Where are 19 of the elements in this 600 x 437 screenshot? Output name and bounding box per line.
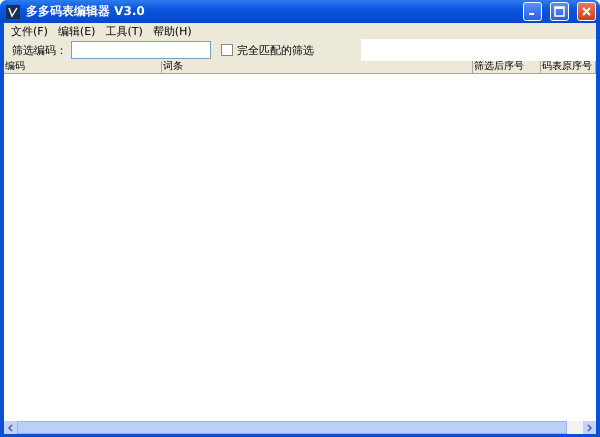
close-icon bbox=[581, 6, 592, 17]
maximize-button[interactable] bbox=[550, 2, 569, 21]
maximize-icon bbox=[554, 6, 565, 17]
exact-match-checkbox[interactable] bbox=[221, 44, 233, 56]
filter-label: 筛选编码： bbox=[12, 42, 67, 58]
filter-input-field[interactable] bbox=[71, 41, 211, 59]
menu-item[interactable]: 编辑(E) bbox=[52, 24, 100, 38]
scroll-left-button[interactable] bbox=[4, 421, 17, 434]
column-header[interactable]: 编码 bbox=[4, 61, 162, 73]
window-title: 多多码表编辑器 V3.0 bbox=[26, 3, 146, 20]
exact-match-label: 完全匹配的筛选 bbox=[237, 42, 314, 58]
minimize-button[interactable] bbox=[523, 2, 542, 21]
menu-item[interactable]: 文件(F) bbox=[6, 24, 53, 38]
menu-item[interactable]: 帮助(H) bbox=[148, 24, 197, 38]
menu-item[interactable]: 工具(T) bbox=[100, 24, 148, 38]
app-icon bbox=[6, 4, 20, 18]
close-button[interactable] bbox=[577, 2, 596, 21]
column-header[interactable]: 词条 bbox=[162, 61, 473, 73]
scroll-right-button[interactable] bbox=[583, 421, 596, 434]
